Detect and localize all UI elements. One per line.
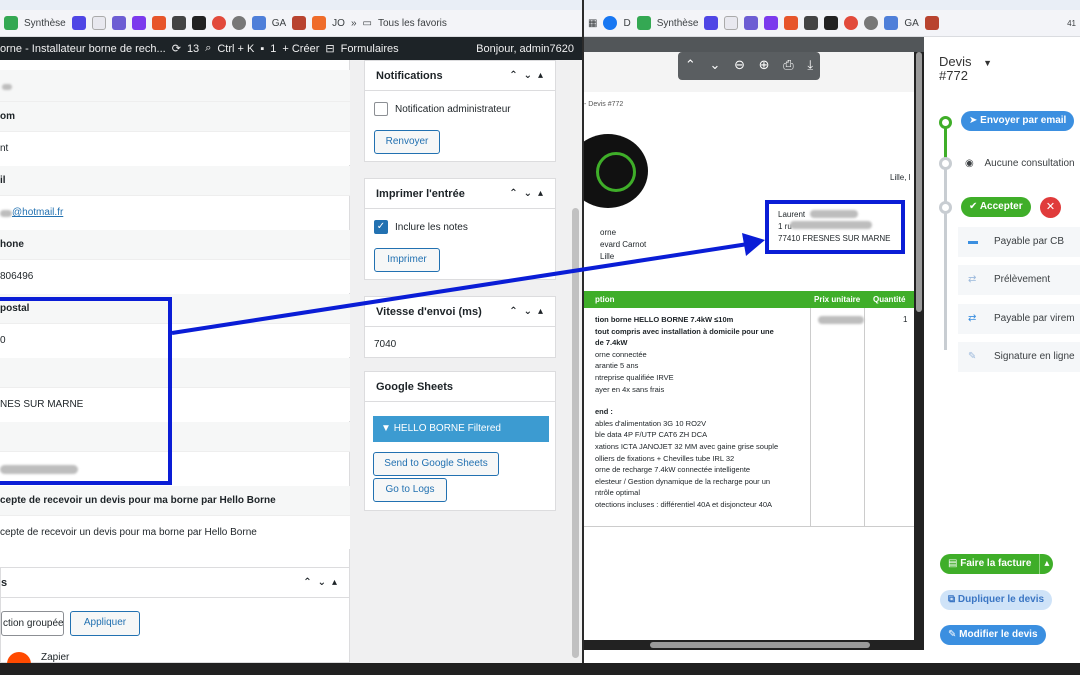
taskbar <box>0 663 1080 675</box>
annotation-arrow <box>171 233 765 335</box>
arrow-line <box>171 242 749 335</box>
arrow-head <box>742 233 765 256</box>
